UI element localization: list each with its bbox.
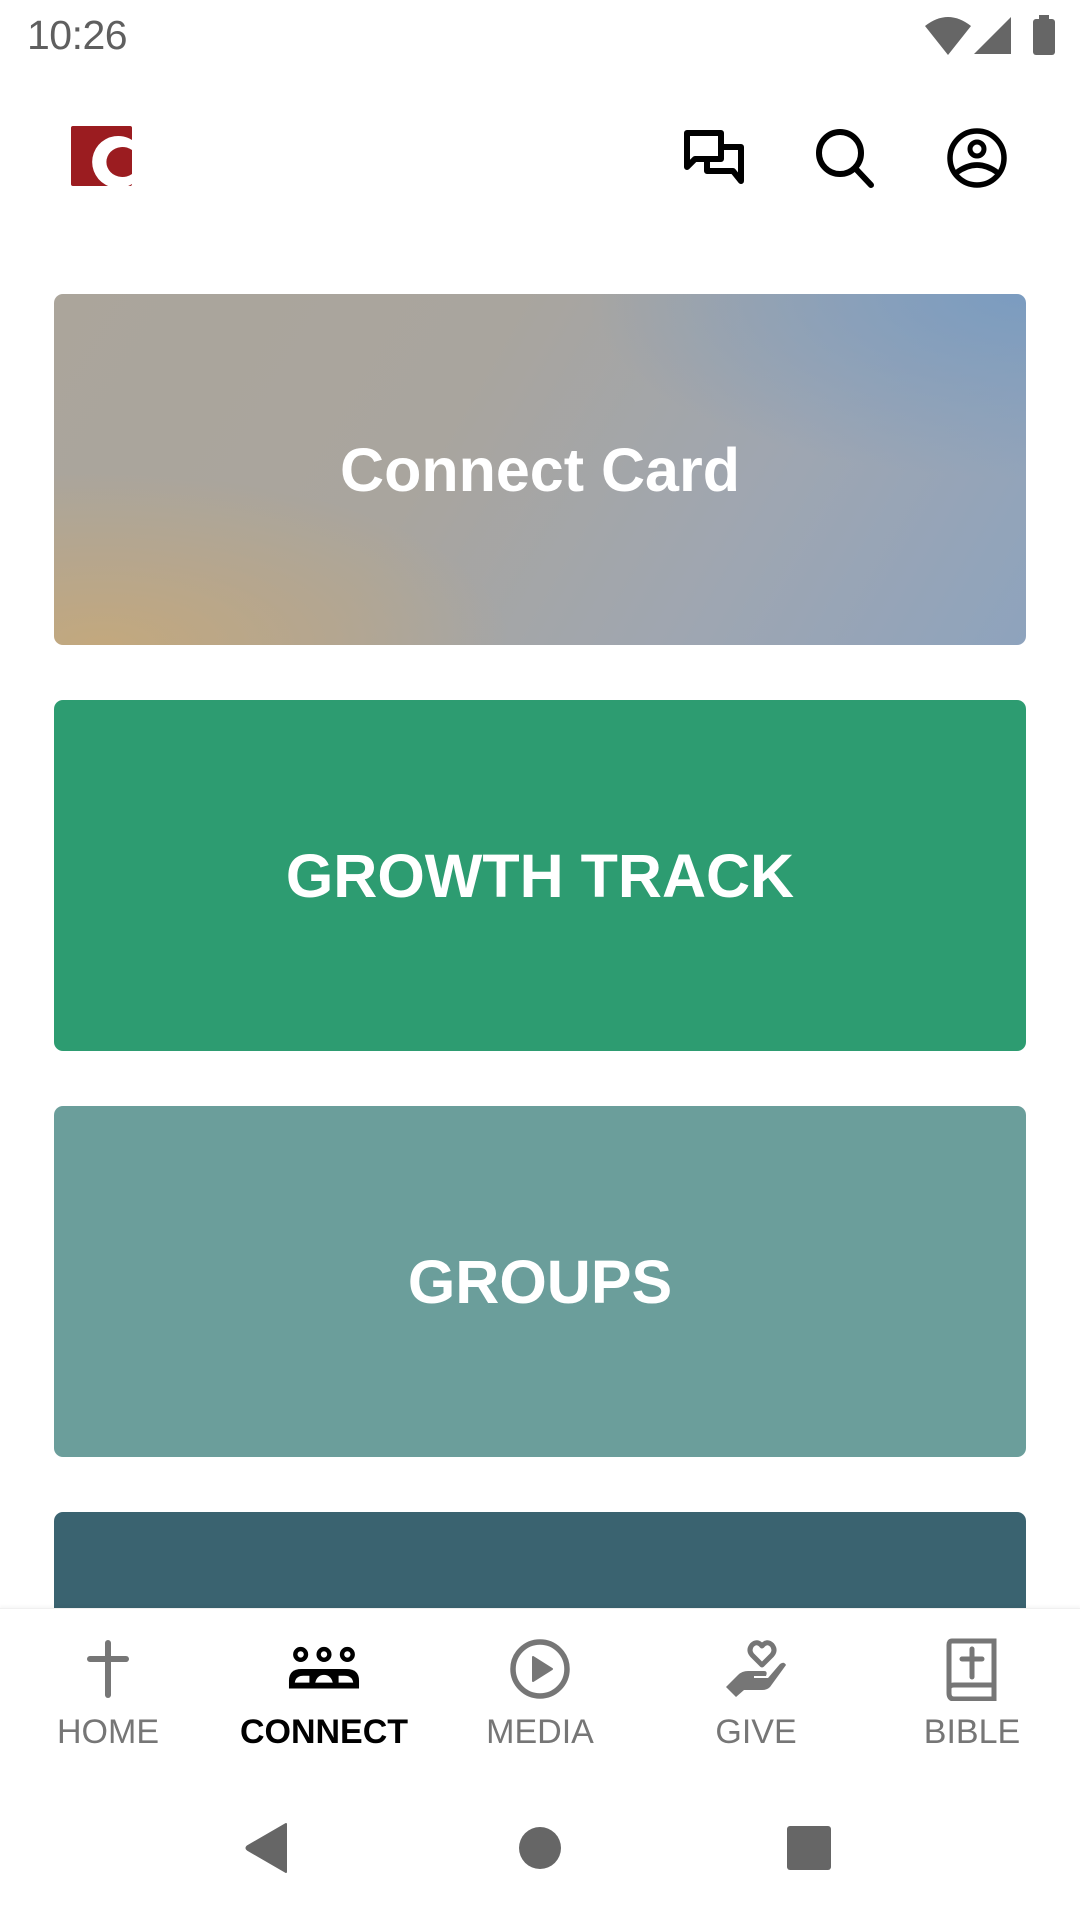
nav-item-connect[interactable]: CONNECT — [216, 1609, 432, 1759]
app-header — [0, 72, 1080, 252]
card-title: Connect Card — [340, 435, 740, 504]
nav-label: BIBLE — [923, 1713, 1021, 1751]
bottom-navigation: HOME CONNECT MEDIA GIVE BIBLE — [0, 1608, 1080, 1759]
nav-item-home[interactable]: HOME — [0, 1609, 216, 1759]
account-circle-icon — [947, 128, 1007, 188]
nav-item-give[interactable]: GIVE — [648, 1609, 864, 1759]
search-button[interactable] — [813, 126, 877, 190]
people-group-icon — [288, 1646, 360, 1689]
profile-button[interactable] — [945, 126, 1009, 190]
nav-label: CONNECT — [239, 1713, 409, 1751]
wifi-icon — [925, 17, 971, 55]
recents-icon — [787, 1826, 831, 1870]
nav-item-bible[interactable]: BIBLE — [864, 1609, 1080, 1759]
connect-card-tile[interactable]: Connect Card — [54, 294, 1026, 645]
card-title: GROUPS — [407, 1247, 673, 1316]
play-circle-icon — [510, 1639, 570, 1699]
growth-track-tile[interactable]: GROWTH TRACK — [54, 700, 1026, 1051]
nav-label: MEDIA — [486, 1713, 594, 1751]
status-time: 10:26 — [27, 12, 128, 58]
back-icon — [245, 1823, 287, 1873]
battery-icon — [1033, 15, 1055, 55]
home-icon — [519, 1827, 561, 1869]
nav-item-media[interactable]: MEDIA — [432, 1609, 648, 1759]
hand-heart-icon — [726, 1640, 786, 1697]
nav-label: GIVE — [715, 1713, 797, 1751]
chat-icon — [684, 130, 744, 184]
cross-icon — [87, 1640, 129, 1698]
card-title: GROWTH TRACK — [285, 841, 795, 910]
home-button[interactable] — [500, 1813, 580, 1883]
status-bar: 10:26 — [0, 0, 1080, 72]
bible-icon — [946, 1638, 997, 1701]
search-icon — [816, 129, 874, 188]
messages-button[interactable] — [682, 126, 746, 190]
signal-icon — [974, 17, 1011, 54]
system-navigation-bar — [0, 1758, 1080, 1920]
groups-tile[interactable]: GROUPS — [54, 1106, 1026, 1457]
church-logo[interactable] — [71, 126, 132, 186]
back-button[interactable] — [227, 1813, 307, 1883]
recents-button[interactable] — [769, 1813, 849, 1883]
nav-label: HOME — [57, 1713, 159, 1751]
